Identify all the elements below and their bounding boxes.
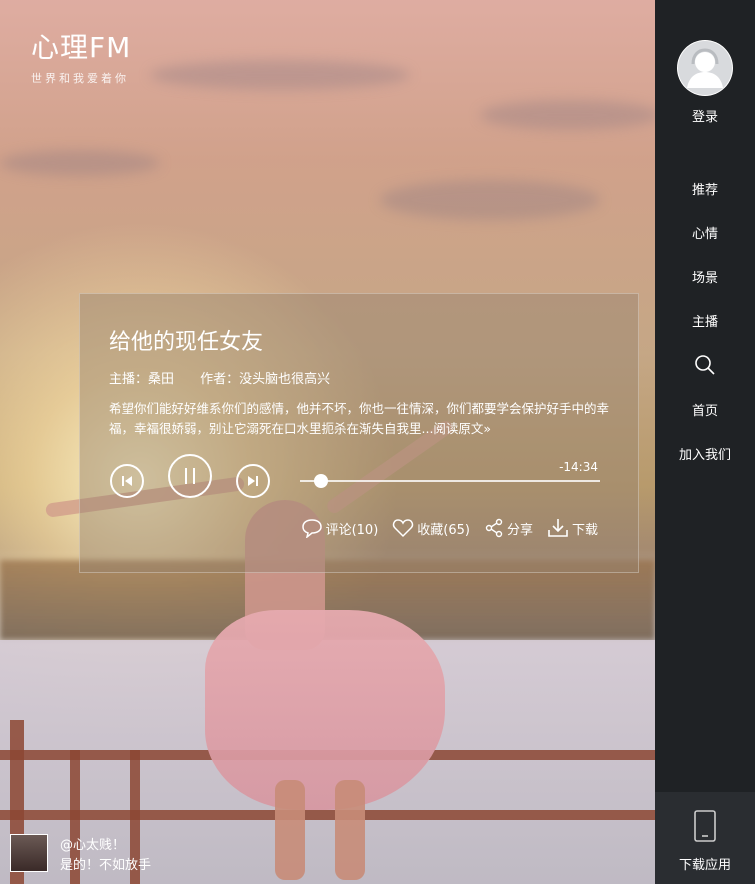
player-card: 给他的现任女友 主播：桑田 作者：没头脑也很高兴 希望你们能好好维系你们的感情，… [79,293,639,573]
phone-icon [694,810,716,842]
progress-track[interactable] [300,480,600,482]
pause-icon [185,468,195,484]
download-app-label: 下载应用 [678,858,731,873]
user-icon [678,41,732,95]
comment-count: 评论(10) [325,522,379,538]
comment-text: 是的！不如放手 [60,858,152,873]
latest-comment: @心太贱！ 是的！不如放手 [10,832,650,876]
track-title: 给他的现任女友 [109,330,264,355]
cloud [150,60,410,90]
search-icon [695,355,715,375]
favorite-button[interactable]: 收藏(65) [392,518,470,538]
track-description: 希望你们能好好维系你们的感情，他并不坏，你也一往情深，你们都要学会保护好手中的幸… [109,399,609,439]
comment-icon [301,519,322,538]
user-avatar[interactable] [677,40,733,96]
search-button[interactable] [694,354,716,376]
time-remaining: -14:34 [559,460,598,474]
logo[interactable]: 心理FM 世界和我爱着你 [31,26,131,86]
nav-item-host[interactable]: 主播 [655,311,755,330]
track-meta: 主播：桑田 作者：没头脑也很高兴 [109,368,352,387]
host-label: 主播：桑田 [109,372,175,387]
commenter-avatar[interactable] [10,834,48,872]
favorite-count: 收藏(65) [417,522,470,538]
cloud [0,150,160,176]
progress-knob[interactable] [314,474,328,488]
download-app-button[interactable]: 下载应用 [655,792,755,884]
download-icon [548,519,568,537]
commenter-name[interactable]: @心太贱！ [60,834,125,853]
next-button[interactable] [236,464,270,498]
nav-item-recommend[interactable]: 推荐 [655,179,755,198]
next-icon [248,476,258,486]
cloud [380,180,600,220]
download-label: 下载 [571,522,598,538]
nav-item-scene[interactable]: 场景 [655,267,755,286]
heart-icon [393,519,414,538]
pause-button[interactable] [168,454,212,498]
read-more-link[interactable]: 阅读原文» [433,421,491,436]
download-button[interactable]: 下载 [547,518,598,538]
sidebar: 登录 推荐 心情 场景 主播 首页 加入我们 下载应用 [655,0,755,884]
share-icon [485,518,503,538]
share-button[interactable]: 分享 [484,518,533,538]
share-label: 分享 [506,522,533,538]
cloud [480,100,655,130]
author-label: 作者：没头脑也很高兴 [200,372,331,387]
logo-subtitle: 世界和我爱着你 [31,72,129,85]
previous-icon [122,476,132,486]
comment-button[interactable]: 评论(10) [301,518,379,538]
nav-item-join-us[interactable]: 加入我们 [655,444,755,463]
previous-button[interactable] [110,464,144,498]
description-text: 希望你们能好好维系你们的感情，他并不坏，你也一往情深，你们都要学会保护好手中的幸… [109,401,610,436]
action-bar: 评论(10) 收藏(65) 分享 下载 [301,518,598,538]
nav-item-mood[interactable]: 心情 [655,223,755,242]
logo-title: 心理FM [31,31,132,64]
login-link[interactable]: 登录 [655,106,755,125]
nav-item-home[interactable]: 首页 [655,400,755,419]
